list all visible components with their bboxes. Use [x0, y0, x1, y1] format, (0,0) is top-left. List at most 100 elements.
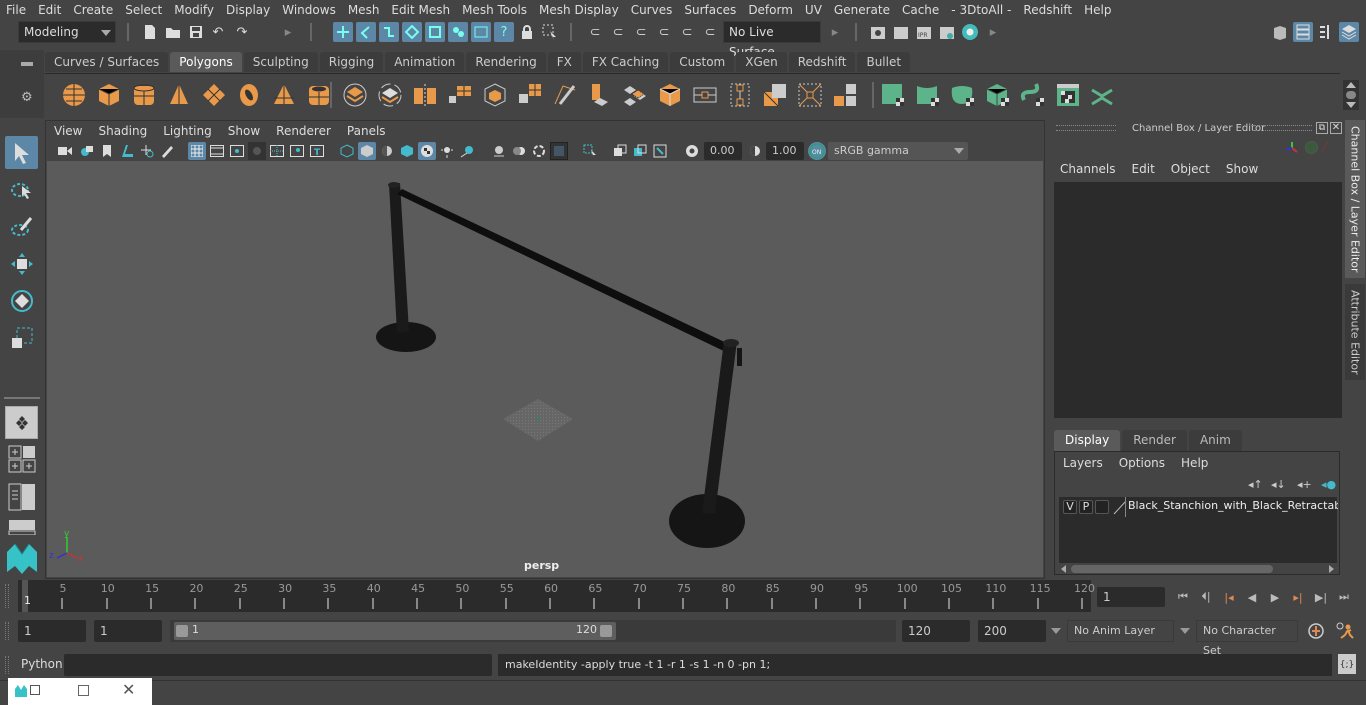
new-scene-icon[interactable] — [140, 22, 160, 42]
go-to-start-icon[interactable]: ⏮ — [1175, 589, 1191, 605]
textured-icon[interactable] — [418, 142, 436, 160]
cylindrical-map-icon[interactable] — [915, 82, 941, 108]
open-scene-icon[interactable] — [163, 22, 183, 42]
current-frame-field[interactable]: 1 — [1097, 587, 1165, 607]
float-panel-icon[interactable]: ⧉ — [1316, 122, 1328, 134]
layer-tab-anim[interactable]: Anim — [1188, 430, 1242, 451]
maximize-window-icon[interactable] — [78, 685, 89, 696]
new-layer-icon[interactable]: ◂+ — [1297, 478, 1312, 491]
play-backwards-icon[interactable]: ◀ — [1244, 589, 1260, 605]
lasso-tool-icon[interactable] — [5, 173, 38, 206]
scale-tool-icon[interactable] — [5, 321, 38, 354]
anim-layer-dropdown[interactable]: No Anim Layer — [1067, 620, 1174, 642]
layer-tab-render[interactable]: Render — [1122, 430, 1187, 451]
ipr-render-icon[interactable]: IPR — [914, 22, 934, 42]
extract-icon[interactable] — [587, 82, 613, 108]
save-scene-icon[interactable] — [186, 22, 206, 42]
exposure-field[interactable]: 0.00 — [704, 142, 742, 160]
scroll-left-icon[interactable] — [1061, 565, 1066, 573]
scroll-up-icon[interactable] — [1346, 82, 1356, 88]
select-camera-icon[interactable] — [56, 142, 74, 160]
shelf-tab-xgen[interactable]: XGen — [736, 52, 787, 72]
select-param-icon[interactable] — [471, 22, 491, 42]
snap-surface-icon[interactable]: ⊂ — [677, 22, 697, 42]
smooth-shade-icon[interactable] — [358, 142, 376, 160]
shelf-tab-sculpting[interactable]: Sculpting — [243, 52, 318, 72]
layer-visibility-toggle[interactable]: V — [1063, 500, 1077, 514]
select-by-component-icon[interactable] — [379, 22, 399, 42]
highlight-selection-icon[interactable] — [540, 22, 560, 42]
layer-row[interactable]: V P Black_Stanchion_with_Black_Retractab… — [1059, 497, 1338, 517]
lock-icon[interactable] — [517, 22, 537, 42]
select-point-icon[interactable] — [402, 22, 422, 42]
menu-display[interactable]: Display — [220, 0, 276, 20]
character-set-dropdown-arrow-icon[interactable] — [1180, 628, 1190, 634]
select-by-object-icon[interactable] — [356, 22, 376, 42]
layer-list-hscroll[interactable] — [1059, 564, 1337, 574]
outliner-layout-icon[interactable] — [5, 482, 38, 512]
keyframe-mode-icon[interactable]: ⁄ — [1324, 140, 1326, 154]
gate-mask-icon[interactable] — [248, 142, 266, 160]
unfold-uv-icon[interactable] — [1020, 82, 1046, 108]
menu-help[interactable]: Help — [1078, 0, 1117, 20]
render-settings-icon[interactable] — [937, 22, 957, 42]
restore-window-icon[interactable] — [30, 685, 40, 695]
shelf-tab-bullet[interactable]: Bullet — [857, 52, 911, 72]
auto-key-icon[interactable] — [1307, 622, 1325, 643]
uv-editor-icon[interactable] — [1055, 82, 1081, 108]
animation-preferences-icon[interactable] — [1335, 621, 1355, 644]
viewport-menu-lighting[interactable]: Lighting — [155, 124, 220, 138]
channel-menu-show[interactable]: Show — [1218, 162, 1266, 176]
layer-menu-help[interactable]: Help — [1173, 456, 1216, 470]
step-back-frame-icon[interactable]: ⏴| — [1198, 589, 1214, 605]
close-window-icon[interactable]: ✕ — [122, 680, 135, 699]
menu-create[interactable]: Create — [67, 0, 119, 20]
poly-torus-icon[interactable] — [236, 82, 262, 108]
2d-pan-zoom-icon[interactable] — [138, 142, 156, 160]
menu-mesh-display[interactable]: Mesh Display — [533, 0, 625, 20]
menu-select[interactable]: Select — [119, 0, 168, 20]
live-surface-field[interactable]: No Live Surface — [723, 21, 821, 59]
redo-icon[interactable]: ↷ — [232, 22, 252, 42]
step-forward-key-icon[interactable]: ▸| — [1290, 589, 1306, 605]
mode-dropdown[interactable]: Modeling — [18, 21, 116, 43]
go-to-end-icon[interactable]: ⏭ — [1336, 589, 1352, 605]
menu-edit[interactable]: Edit — [32, 0, 67, 20]
automatic-map-icon[interactable] — [985, 82, 1011, 108]
channel-menu-channels[interactable]: Channels — [1052, 162, 1124, 176]
script-editor-icon[interactable]: {;} — [1338, 654, 1356, 674]
image-plane-icon[interactable] — [118, 142, 136, 160]
menu-redshift[interactable]: Redshift — [1017, 0, 1078, 20]
time-slider[interactable]: 1 5 10 15 20 25 30 35 40 45 50 55 60 65 70 75 80 85 90 95 1… — [18, 580, 1095, 612]
menu-mesh-tools[interactable]: Mesh Tools — [456, 0, 533, 20]
select-tool-icon[interactable] — [5, 136, 38, 169]
close-panel-icon[interactable]: ✕ — [1330, 122, 1342, 134]
shelf-scroll[interactable] — [1343, 80, 1359, 110]
modeling-toolkit-icon[interactable] — [1270, 22, 1290, 42]
poly-pipe-icon[interactable] — [306, 82, 332, 108]
display-toggle-icon[interactable] — [1305, 141, 1318, 154]
tool-settings-toggle-icon[interactable] — [1316, 22, 1336, 42]
undo-icon[interactable]: ↶ — [208, 22, 228, 42]
shelf-tab-polygons[interactable]: Polygons — [170, 52, 242, 72]
snap-grid-icon[interactable]: ⊂ — [585, 22, 605, 42]
new-layer-selected-icon[interactable]: ◂● — [1321, 478, 1336, 491]
bridge-icon[interactable] — [517, 82, 543, 108]
film-gate-icon[interactable] — [208, 142, 226, 160]
safe-title-icon[interactable]: T — [308, 142, 326, 160]
poly-cone-icon[interactable] — [166, 82, 192, 108]
range-slider-track[interactable]: 1 120 — [170, 620, 896, 642]
select-hull-icon[interactable] — [425, 22, 445, 42]
menu-file[interactable]: File — [0, 0, 32, 20]
smooth-icon[interactable] — [447, 82, 473, 108]
move-layer-down-icon[interactable]: ◂↓ — [1271, 478, 1286, 491]
step-forward-frame-icon[interactable]: ▶| — [1313, 589, 1329, 605]
menu-3dtoall[interactable]: - 3DtoAll - — [945, 0, 1017, 20]
menu-edit-mesh[interactable]: Edit Mesh — [385, 0, 456, 20]
shelf-settings-gear-icon[interactable]: ⚙ — [21, 90, 33, 105]
shelf-tab-rendering[interactable]: Rendering — [466, 52, 546, 72]
shelf-tab-fx-caching[interactable]: FX Caching — [582, 52, 669, 72]
grease-pencil-icon[interactable] — [158, 142, 176, 160]
layer-tab-display[interactable]: Display — [1054, 430, 1121, 451]
mirror-icon[interactable] — [412, 82, 438, 108]
